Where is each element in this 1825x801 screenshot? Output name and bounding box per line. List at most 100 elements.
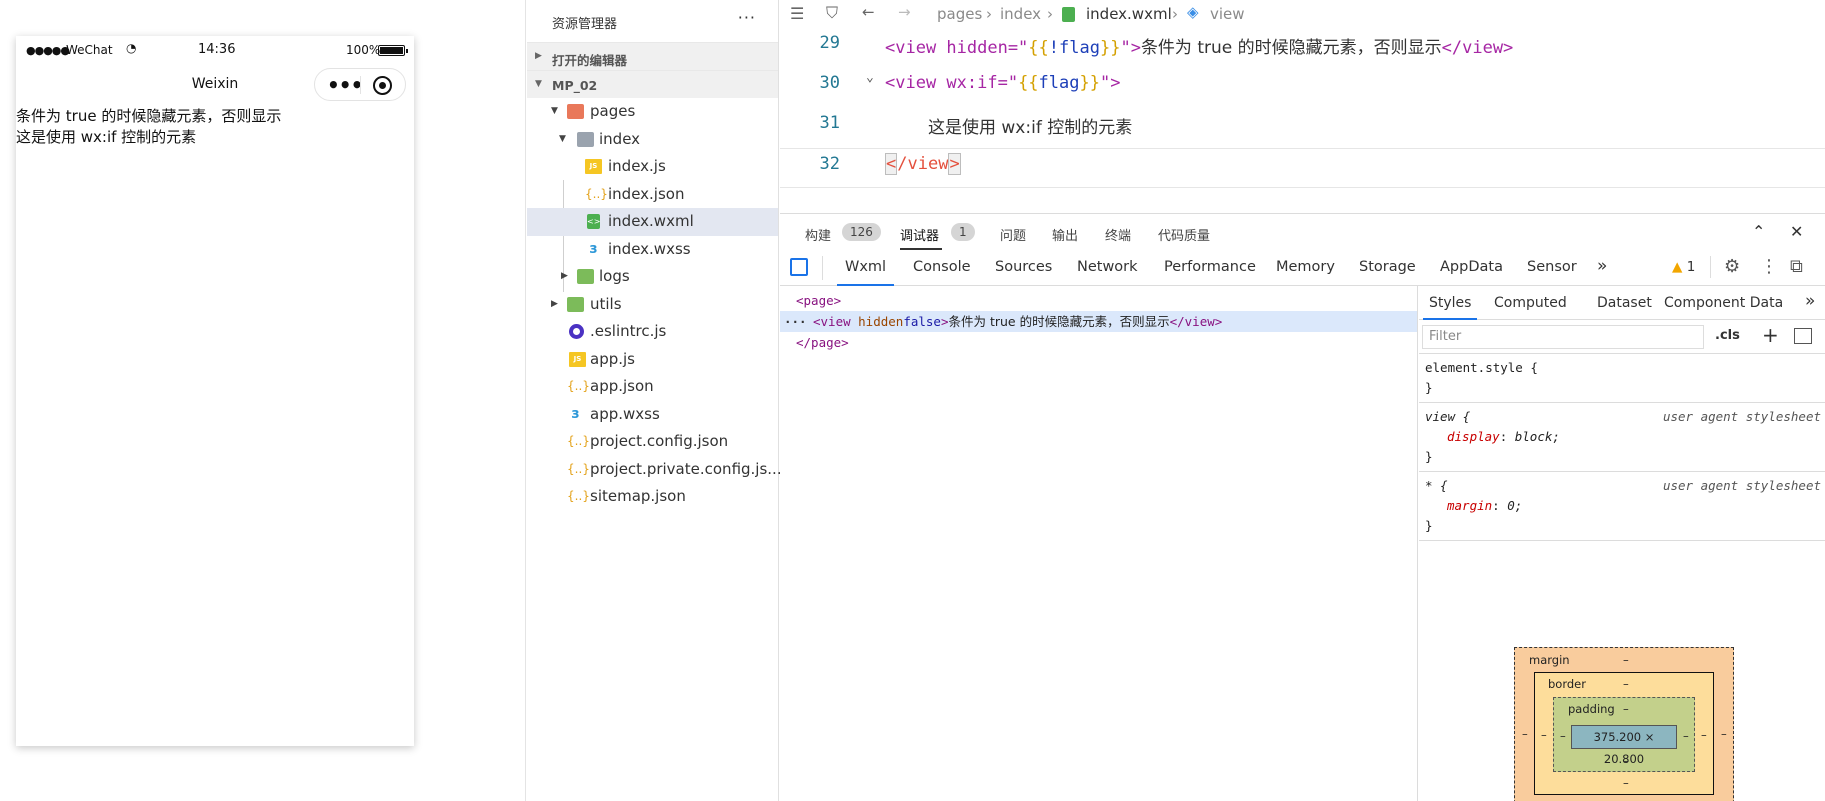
outline-list-icon[interactable]: ☰ [790, 4, 804, 23]
styles-tabs: Styles Computed Dataset Component Data » [1419, 286, 1825, 320]
box-margin[interactable]: margin – – – – border – – – – padding – [1514, 647, 1734, 801]
tree-item-app-js[interactable]: JS app.js [527, 346, 778, 374]
dom-node-view-selected[interactable]: ··· <view hiddenfalse>条件为 true 的时候隐藏元素，否则… [780, 311, 1417, 332]
rule-prop[interactable]: margin [1425, 498, 1492, 513]
box-model-diagram: margin – – – – border – – – – padding – [1514, 647, 1734, 801]
breadcrumb-pages[interactable]: pages [937, 5, 982, 23]
phone-screen[interactable]: ●●●●● WeChat ◔ 14:36 100% Weixin ••• 条件为… [16, 36, 414, 746]
tab-performance[interactable]: Performance [1164, 259, 1256, 275]
tree-item-sitemap[interactable]: {..} sitemap.json [527, 483, 778, 511]
tab-issues[interactable]: 问题 [1000, 225, 1026, 244]
rule-value[interactable]: block; [1515, 429, 1560, 444]
bookmark-icon[interactable]: ⛉ [826, 3, 838, 23]
tree-item-app-wxss[interactable]: з app.wxss [527, 401, 778, 429]
tab-output[interactable]: 输出 [1052, 225, 1078, 244]
tree-item-index-folder[interactable]: ▼ index [527, 126, 778, 154]
json-file-icon: {..} [567, 489, 590, 503]
style-rule-universal[interactable]: * { user agent stylesheet margin: 0; } [1419, 472, 1825, 541]
more-dots-icon[interactable]: ••• [327, 73, 363, 97]
fold-chevron-icon[interactable]: ⌄ [866, 70, 874, 85]
tab-sensor[interactable]: Sensor [1527, 259, 1577, 275]
json-file-icon: {..} [567, 461, 590, 476]
code-token: flag [1038, 73, 1080, 93]
tab-storage[interactable]: Storage [1359, 259, 1416, 275]
breadcrumb: ☰ ⛉ ← → pages › index › index.wxml › ◈ v… [780, 0, 1825, 28]
back-arrow-icon[interactable]: ← [862, 3, 875, 21]
close-target-icon[interactable] [373, 76, 392, 95]
tree-item-label: app.wxss [590, 404, 660, 423]
more-tabs-button[interactable]: » [1597, 256, 1607, 276]
tab-styles[interactable]: Styles [1422, 295, 1479, 320]
tab-appdata[interactable]: AppData [1440, 259, 1503, 275]
tab-dataset[interactable]: Dataset [1597, 295, 1652, 311]
tab-sources[interactable]: Sources [995, 259, 1052, 275]
devtools-top-tabs: 构建 126 调试器 1 问题 输出 终端 代码质量 ⌃ ✕ [780, 214, 1825, 250]
tree-item-index-js[interactable]: JS index.js [527, 153, 778, 181]
tree-item-eslintrc[interactable]: .eslintrc.js [527, 318, 778, 346]
tree-item-app-json[interactable]: {..} app.json [527, 373, 778, 401]
devtools-panel: 构建 126 调试器 1 问题 输出 终端 代码质量 ⌃ ✕ Wxml Cons… [780, 213, 1825, 801]
dock-side-icon[interactable]: ⧉ [1790, 256, 1803, 277]
box-content-size[interactable]: 375.200 × 20.800 [1571, 725, 1677, 766]
code-line-32: 32 </view> [780, 148, 1825, 188]
explorer-more-button[interactable]: ··· [738, 8, 756, 27]
new-style-rule-button[interactable]: + [1762, 323, 1779, 347]
margin-left-value: – [1522, 727, 1528, 741]
breadcrumb-file[interactable]: index.wxml [1086, 5, 1172, 23]
capsule-menu[interactable]: ••• [314, 68, 406, 101]
tab-network[interactable]: Network [1077, 259, 1138, 275]
tree-item-index-wxml[interactable]: <> index.wxml [527, 208, 778, 236]
tab-build[interactable]: 构建 [805, 225, 831, 244]
rule-value[interactable]: 0; [1507, 498, 1522, 513]
tree-item-label: project.private.config.js... [590, 459, 782, 478]
tree-item-index-wxss[interactable]: з index.wxss [527, 236, 778, 264]
tree-item-logs[interactable]: ▶ logs [527, 263, 778, 291]
dom-node-page[interactable]: <page> [780, 290, 1417, 311]
inspect-element-icon[interactable] [790, 258, 808, 276]
line-number: 29 [819, 33, 840, 53]
style-rule-element[interactable]: element.style { } [1419, 354, 1825, 403]
tab-debugger[interactable]: 调试器 [900, 225, 939, 244]
warning-indicator[interactable]: ▲ 1 [1672, 259, 1695, 275]
close-icon[interactable]: ✕ [1790, 222, 1803, 241]
style-rule-view[interactable]: view { user agent stylesheet display: bl… [1419, 403, 1825, 472]
tab-computed[interactable]: Computed [1494, 295, 1567, 311]
tree-item-label: index.json [608, 184, 685, 203]
code-area[interactable]: 29 <view hidden="{{!flag}}">条件为 true 的时候… [780, 28, 1825, 188]
node-menu-ellipsis[interactable]: ··· [784, 311, 807, 332]
more-tabs-button[interactable]: » [1805, 291, 1815, 311]
rule-prop[interactable]: display [1425, 429, 1500, 444]
collapse-up-icon[interactable]: ⌃ [1752, 222, 1765, 241]
open-editors-section[interactable]: ▶ 打开的编辑器 [527, 42, 778, 70]
dom-node-page-close[interactable]: </page> [780, 332, 1417, 353]
settings-gear-icon[interactable]: ⚙ [1724, 256, 1740, 277]
styles-filter-input[interactable]: Filter [1422, 325, 1704, 349]
chevron-down-icon: ▼ [535, 79, 542, 89]
tab-memory[interactable]: Memory [1276, 259, 1335, 275]
cls-toggle-button[interactable]: .cls [1715, 328, 1740, 343]
project-section[interactable]: ▼ MP_02 [527, 70, 778, 98]
tab-code-quality[interactable]: 代码质量 [1158, 225, 1210, 244]
battery-percent: 100% [346, 43, 381, 57]
tree-item-project-private-config[interactable]: {..} project.private.config.js... [527, 456, 782, 484]
forward-arrow-icon[interactable]: → [898, 3, 911, 21]
tree-item-project-config[interactable]: {..} project.config.json [527, 428, 778, 456]
more-vertical-icon[interactable]: ⋮ [1760, 256, 1778, 277]
breadcrumb-index[interactable]: index [1000, 5, 1041, 23]
code-token: 条件为 true 的时候隐藏元素，否则显示 [1140, 38, 1442, 58]
chevron-right-icon: › [986, 5, 992, 23]
wxml-tree[interactable]: <page> ··· <view hiddenfalse>条件为 true 的时候… [780, 286, 1418, 801]
tab-terminal[interactable]: 终端 [1105, 225, 1131, 244]
box-padding[interactable]: padding – – – – 375.200 × 20.800 [1553, 697, 1695, 772]
tree-item-utils[interactable]: ▶ utils [527, 291, 778, 319]
tree-item-index-json[interactable]: {..} index.json [527, 181, 778, 209]
tree-item-pages[interactable]: ▼ pages [527, 98, 778, 126]
toggle-sidebar-icon[interactable] [1794, 328, 1812, 344]
tab-wxml[interactable]: Wxml [836, 259, 895, 286]
breadcrumb-symbol[interactable]: view [1210, 5, 1245, 23]
content-line-wxif: 这是使用 wx:if 控制的元素 [16, 128, 197, 146]
tab-component-data[interactable]: Component Data [1664, 295, 1783, 311]
folder-green-icon [567, 296, 584, 312]
tab-console[interactable]: Console [913, 259, 971, 275]
box-border[interactable]: border – – – – padding – – – – 375.200 ×… [1534, 672, 1714, 795]
